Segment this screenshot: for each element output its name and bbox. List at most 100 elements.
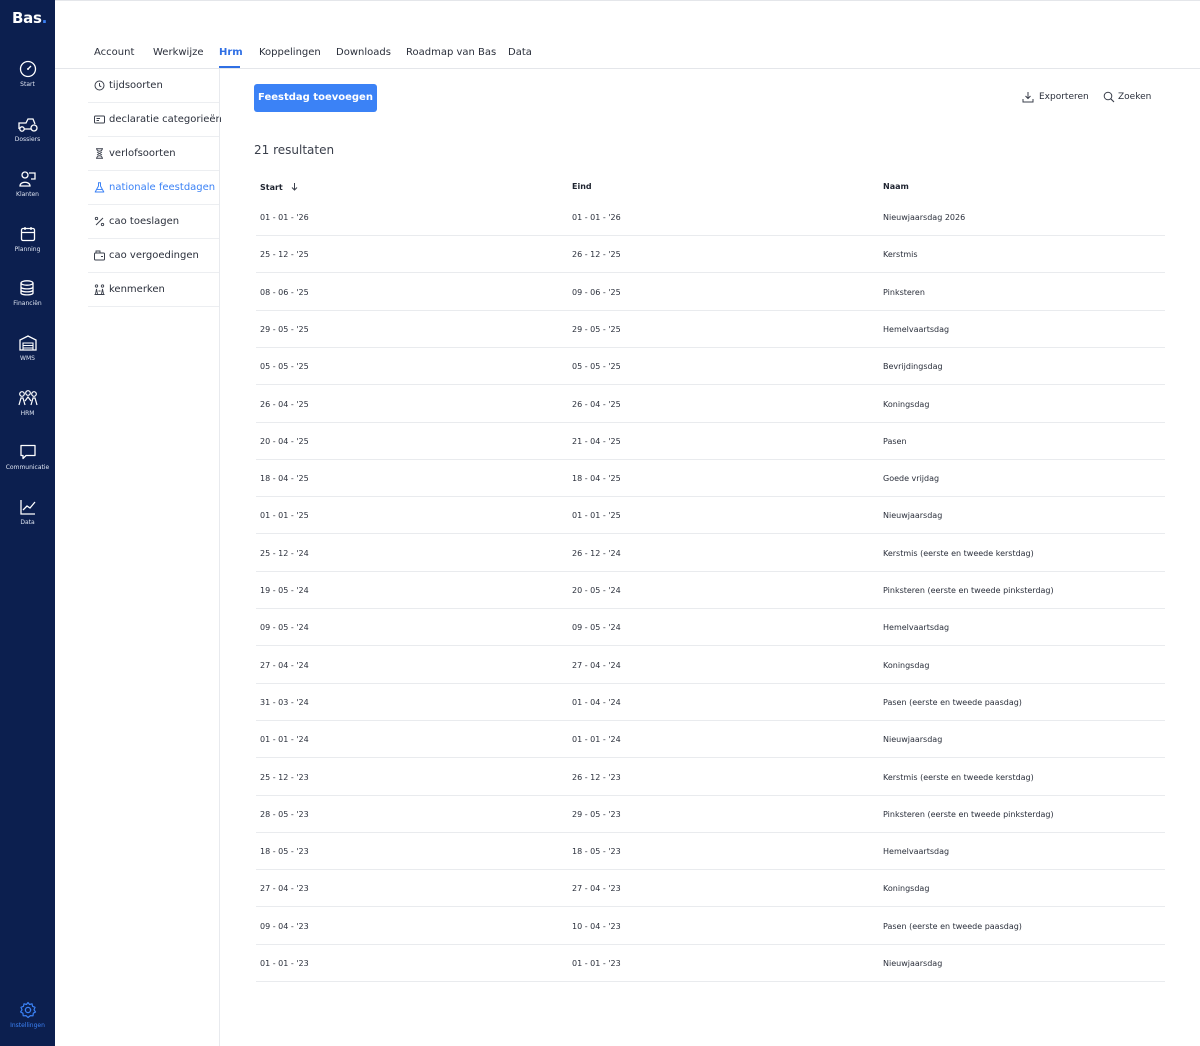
cell-name: Goede vrijdag [883, 474, 940, 484]
sidebar-item-financien[interactable]: Financiën [0, 279, 55, 329]
column-header-start[interactable]: Start [260, 182, 299, 192]
table-row[interactable]: 18 - 05 - '23 18 - 05 - '23 Hemelvaartsdag [256, 833, 1165, 871]
cell-start: 18 - 05 - '23 [260, 847, 309, 857]
customers-icon [18, 171, 36, 187]
logo-text: Bas [12, 9, 42, 27]
cell-start: 19 - 05 - '24 [260, 586, 309, 595]
submenu-item-label: kenmerken [109, 284, 165, 295]
submenu-item-verlofsoorten[interactable]: verlofsoorten [88, 137, 219, 171]
cell-name: Nieuwjaarsdag [883, 959, 943, 968]
sidebar-item-label: Planning [14, 246, 41, 253]
table-row[interactable]: 08 - 06 - '25 09 - 06 - '25 Pinksteren [256, 274, 1165, 311]
column-header-end[interactable]: Eind [572, 182, 592, 191]
tab-account[interactable]: Account [94, 47, 134, 58]
tab-downloads[interactable]: Downloads [336, 47, 391, 58]
add-holiday-button[interactable]: Feestdag toevoegen [254, 84, 377, 112]
receipt-icon [94, 115, 105, 124]
sidebar-item-communicatie[interactable]: Communicatie [0, 443, 55, 493]
cell-end: 09 - 06 - '25 [572, 287, 621, 297]
tabs-divider [55, 68, 1200, 69]
table-row[interactable]: 01 - 01 - '23 01 - 01 - '23 Nieuwjaarsdag [256, 945, 1165, 982]
cell-start: 18 - 04 - '25 [260, 474, 309, 484]
submenu-item-label: verlofsoorten [109, 148, 176, 159]
sidebar-item-label: Start [20, 81, 35, 88]
submenu-item-cao-toeslagen[interactable]: cao toeslagen [88, 205, 219, 239]
sidebar-item-start[interactable]: Start [0, 60, 55, 110]
table-row[interactable]: 18 - 04 - '25 18 - 04 - '25 Goede vrijdag [256, 460, 1165, 498]
sidebar-item-label: Dossiers [14, 136, 41, 143]
cell-name: Kerstmis [883, 250, 918, 260]
submenu-item-kenmerken[interactable]: kenmerken [88, 273, 219, 307]
submenu-item-declaratie-categorieen[interactable]: declaratie categorieën [88, 103, 222, 137]
chat-bubble-icon [19, 444, 36, 460]
table-row[interactable]: 27 - 04 - '23 27 - 04 - '23 Koningsdag [256, 870, 1165, 908]
sidebar-item-label: WMS [20, 355, 35, 362]
cell-name: Pasen [883, 436, 907, 446]
cell-end: 26 - 12 - '23 [572, 772, 621, 782]
sidebar-item-instellingen[interactable]: Instellingen [0, 1001, 55, 1046]
table-row[interactable]: 25 - 12 - '24 26 - 12 - '24 Kerstmis (eers… [256, 535, 1165, 572]
sidebar-item-label: HRM [20, 410, 35, 417]
submenu-item-nationale-feestdagen[interactable]: nationale feestdagen [88, 171, 219, 205]
table-row[interactable]: 28 - 05 - '23 29 - 05 - '23 Pinksteren (ee… [256, 796, 1165, 833]
sidebar-item-klanten[interactable]: Klanten [0, 170, 55, 220]
logo[interactable]: Bas. [12, 9, 47, 27]
wallet-icon [94, 250, 105, 261]
cell-end: 26 - 12 - '24 [572, 548, 621, 558]
export-button[interactable]: Exporteren [1022, 92, 1089, 104]
tab-data[interactable]: Data [508, 47, 532, 58]
table-row[interactable]: 20 - 04 - '25 21 - 04 - '25 Pasen [256, 423, 1165, 460]
table-row[interactable]: 29 - 05 - '25 29 - 05 - '25 Hemelvaartsdag [256, 311, 1165, 348]
table-row[interactable]: 01 - 01 - '24 01 - 01 - '24 Nieuwjaarsdag [256, 721, 1165, 759]
tab-hrm[interactable]: Hrm [219, 47, 243, 58]
coins-stack-icon [19, 280, 34, 296]
results-count: 21 resultaten [254, 143, 335, 157]
cell-name: Pasen (eerste en tweede paasdag) [883, 697, 1022, 707]
sidebar-item-label: Communicatie [5, 464, 50, 471]
cell-end: 21 - 04 - '25 [572, 436, 621, 446]
table-row[interactable]: 01 - 01 - '26 01 - 01 - '26 Nieuwjaarsdag … [256, 199, 1165, 236]
tab-roadmap[interactable]: Roadmap van Bas [406, 47, 496, 58]
submenu-item-cao-vergoedingen[interactable]: cao vergoedingen [88, 239, 219, 273]
cell-start: 25 - 12 - '25 [260, 250, 309, 260]
traits-icon [94, 284, 105, 295]
table-row[interactable]: 19 - 05 - '24 20 - 05 - '24 Pinksteren (ee… [256, 572, 1165, 609]
table-row[interactable]: 25 - 12 - '25 26 - 12 - '25 Kerstmis [256, 236, 1165, 274]
sidebar-item-dossiers[interactable]: Dossiers [0, 115, 55, 165]
table-row[interactable]: 25 - 12 - '23 26 - 12 - '23 Kerstmis (eers… [256, 759, 1165, 796]
table-row[interactable]: 09 - 05 - '24 09 - 05 - '24 Hemelvaartsdag [256, 609, 1165, 647]
clock-icon [94, 80, 105, 91]
table-row[interactable]: 01 - 01 - '25 01 - 01 - '25 Nieuwjaarsdag [256, 497, 1165, 535]
sidebar-item-hrm[interactable]: HRM [0, 389, 55, 439]
submenu-item-label: cao toeslagen [109, 216, 180, 227]
table-row[interactable]: 26 - 04 - '25 26 - 04 - '25 Koningsdag [256, 386, 1165, 423]
cell-name: Kerstmis (eerste en tweede kerstdag) [883, 548, 1034, 558]
table-row[interactable]: 09 - 04 - '23 10 - 04 - '23 Pasen (eerste … [256, 908, 1165, 945]
app: Bas. Start Dossiers Klanten Planning Fin… [0, 0, 1200, 1046]
table-row[interactable]: 05 - 05 - '25 05 - 05 - '25 Bevrijdingsdag [256, 348, 1165, 386]
submenu-item-tijdsoorten[interactable]: tijdsoorten [88, 69, 219, 103]
submenu-item-label: tijdsoorten [109, 80, 163, 91]
sidebar-item-planning[interactable]: Planning [0, 225, 55, 275]
tab-werkwijze[interactable]: Werkwijze [153, 47, 204, 58]
cell-name: Nieuwjaarsdag [883, 735, 943, 745]
cell-end: 18 - 04 - '25 [572, 474, 621, 484]
cell-start: 27 - 04 - '23 [260, 884, 309, 894]
cell-end: 01 - 04 - '24 [572, 697, 621, 707]
tab-koppelingen[interactable]: Koppelingen [259, 47, 321, 58]
table-row[interactable]: 31 - 03 - '24 01 - 04 - '24 Pasen (eerste … [256, 684, 1165, 721]
dashboard-gauge-icon [19, 60, 36, 78]
search-button[interactable]: Zoeken [1103, 91, 1153, 104]
cell-start: 01 - 01 - '26 [260, 213, 309, 222]
cell-name: Pinksteren [883, 287, 925, 297]
cell-end: 01 - 01 - '26 [572, 213, 621, 222]
table-row[interactable]: 27 - 04 - '24 27 - 04 - '24 Koningsdag [256, 647, 1165, 684]
sidebar-item-data[interactable]: Data [0, 498, 55, 548]
export-label: Exporteren [1039, 92, 1089, 102]
flask-icon [94, 182, 105, 193]
column-header-name[interactable]: Naam [883, 182, 909, 191]
column-header-label: Start [260, 183, 283, 192]
sidebar-item-wms[interactable]: WMS [0, 334, 55, 384]
cell-end: 26 - 04 - '25 [572, 399, 621, 409]
cell-end: 29 - 05 - '23 [572, 809, 621, 819]
